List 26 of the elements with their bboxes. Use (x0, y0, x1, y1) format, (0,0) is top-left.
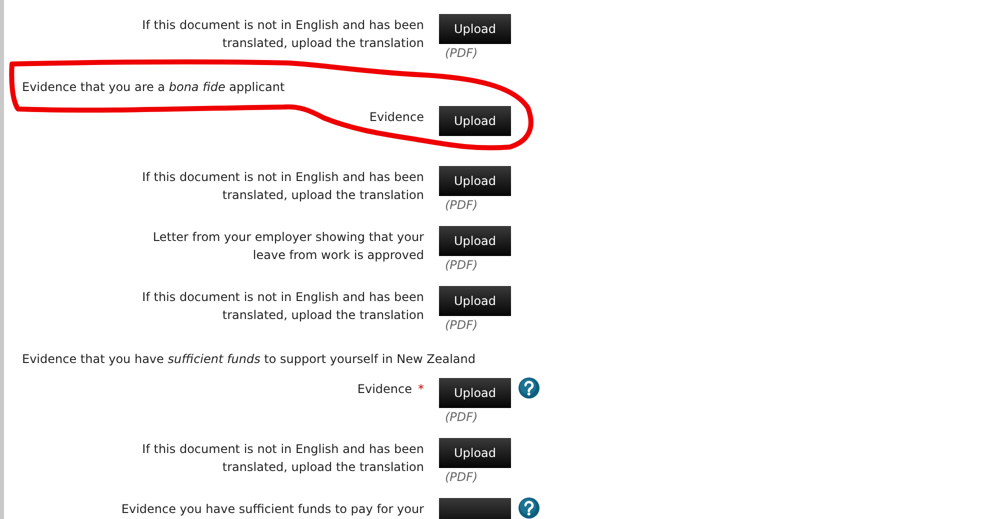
field-label: If this document is not in English and has been translated, upload the translation (142, 290, 424, 322)
file-type-note: (PDF) (445, 199, 478, 212)
file-type-note: (PDF) (445, 259, 478, 272)
upload-button[interactable]: Upload (439, 438, 511, 468)
field-label: If this document is not in English and has been translated, upload the translation (142, 170, 424, 202)
required-marker: * (418, 382, 424, 396)
file-type-note: (PDF) (445, 319, 478, 332)
field-label: If this document is not in English and has been translated, upload the translation (142, 18, 424, 50)
upload-button[interactable]: Upload (439, 166, 511, 196)
section-heading: Evidence that you are a bona fide applicant (22, 80, 285, 94)
help-icon[interactable] (518, 378, 540, 398)
upload-button[interactable]: Upload (439, 106, 511, 136)
file-type-note: (PDF) (445, 471, 478, 484)
field-label: Letter from your employer showing that your leave from work is approved (152, 230, 424, 262)
upload-button[interactable]: Upload (439, 14, 511, 44)
field-label: Evidence (369, 110, 424, 124)
help-icon[interactable] (518, 498, 540, 518)
field-label: If this document is not in English and has been translated, upload the translation (142, 442, 424, 474)
upload-button[interactable]: Upload (439, 378, 511, 408)
field-label: Evidence you have sufficient funds to pay for your (121, 502, 424, 516)
section-heading: Evidence that you have sufficient funds to support yourself in New Zealand (22, 352, 476, 366)
upload-button[interactable]: Upload (439, 226, 511, 256)
upload-button[interactable]: Upload (439, 286, 511, 316)
file-type-note: (PDF) (445, 411, 478, 424)
field-label: Evidence (357, 382, 412, 396)
file-type-note: (PDF) (445, 47, 478, 60)
